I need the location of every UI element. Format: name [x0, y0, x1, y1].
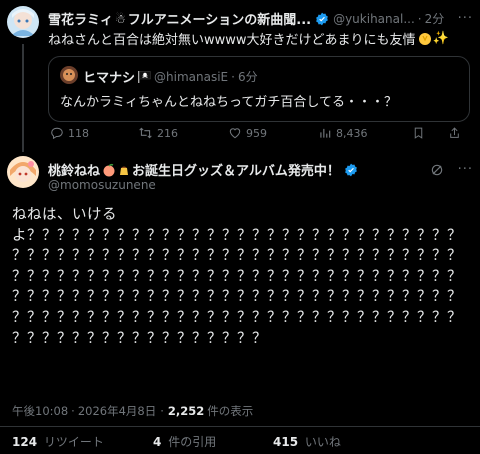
- tweet-time[interactable]: 午後10:08: [12, 403, 68, 419]
- quote-handle: @himanasiE: [154, 69, 229, 84]
- sparkles-emoji-icon: ✨: [432, 31, 449, 46]
- pirate-flag-emoji-icon: [138, 70, 151, 83]
- like-stat-count: 415: [273, 435, 299, 449]
- nene-avatar[interactable]: [7, 156, 39, 188]
- share-icon: [450, 127, 459, 138]
- himanasi-avatar: [60, 66, 78, 84]
- main-author-name-suffix[interactable]: お誕生日グッズ＆アルバム発売中！: [132, 160, 340, 179]
- main-handle[interactable]: @momosuzunene: [48, 178, 156, 192]
- pudding-emoji-icon: [117, 163, 131, 177]
- repost-stat-count: 124: [12, 435, 38, 449]
- quote-stat-count: 4: [153, 435, 162, 449]
- lamy-avatar[interactable]: [7, 6, 39, 38]
- bookmark-action[interactable]: [412, 126, 429, 140]
- quoted-tweet-card[interactable]: [48, 56, 470, 122]
- quote-stat-label: 件の引用: [168, 435, 217, 449]
- main-tweet-text: ねねは、いけるよ？？？？？？？？？？？？？？？？？？？？？？？？？？？？？？？？…: [12, 207, 462, 347]
- more-options-icon[interactable]: ···: [458, 11, 473, 26]
- quote-stat[interactable]: 4 件の引用: [153, 433, 216, 450]
- reply-handle[interactable]: @yukihanal...: [333, 12, 415, 26]
- heart-icon: [229, 128, 241, 139]
- reply-author-name-suffix[interactable]: フルアニメーションの新曲聞...: [128, 9, 311, 28]
- tweet-views-label: 件の表示: [207, 404, 254, 418]
- verified-badge-icon: [344, 163, 358, 177]
- reply-author-name[interactable]: 雪花ラミィ: [48, 9, 113, 28]
- quote-author-name: ヒマナシ: [83, 71, 136, 86]
- more-options-icon[interactable]: ···: [458, 162, 473, 177]
- repost-icon: [139, 127, 152, 139]
- tweet-views-count: 2,252: [167, 404, 205, 418]
- snowman-emoji-icon: ☃: [115, 11, 126, 26]
- like-count: 959: [246, 126, 267, 140]
- views-chart-icon: [320, 128, 331, 138]
- divider: [0, 426, 480, 427]
- quote-text: なんかラミィちゃんとねねちってガチ百合してる・・・？: [60, 95, 397, 110]
- like-action[interactable]: 959: [228, 126, 267, 140]
- tweet-date[interactable]: 2026年4月8日: [78, 403, 156, 419]
- reply-count: 118: [68, 126, 89, 140]
- repost-stat[interactable]: 124 リツイート: [12, 433, 104, 450]
- verified-badge-icon: [315, 12, 329, 26]
- grok-icon[interactable]: [430, 163, 444, 177]
- views-count: 8,436: [336, 126, 368, 140]
- views-action[interactable]: 8,436: [318, 126, 368, 140]
- reply-action[interactable]: 118: [50, 126, 89, 140]
- repost-count: 216: [157, 126, 178, 140]
- peach-emoji-icon: [102, 163, 116, 177]
- quote-time: 6分: [237, 70, 258, 84]
- like-stat[interactable]: 415 いいね: [273, 433, 341, 450]
- share-action[interactable]: [448, 126, 465, 140]
- repost-action[interactable]: 216: [138, 126, 178, 140]
- like-stat-label: いいね: [304, 435, 341, 449]
- reply-icon: [51, 127, 63, 140]
- reply-time[interactable]: 2分: [425, 10, 445, 27]
- bookmark-icon: [414, 127, 423, 139]
- main-author-name[interactable]: 桃鈴ねね: [48, 160, 100, 179]
- reply-text: ねねさんと百合は絶対無いwwww大好きだけどあまりにも友情: [48, 33, 416, 48]
- repost-stat-label: リツイート: [43, 435, 104, 449]
- pinched-hand-emoji-icon: [418, 32, 432, 46]
- thread-line: [22, 44, 24, 152]
